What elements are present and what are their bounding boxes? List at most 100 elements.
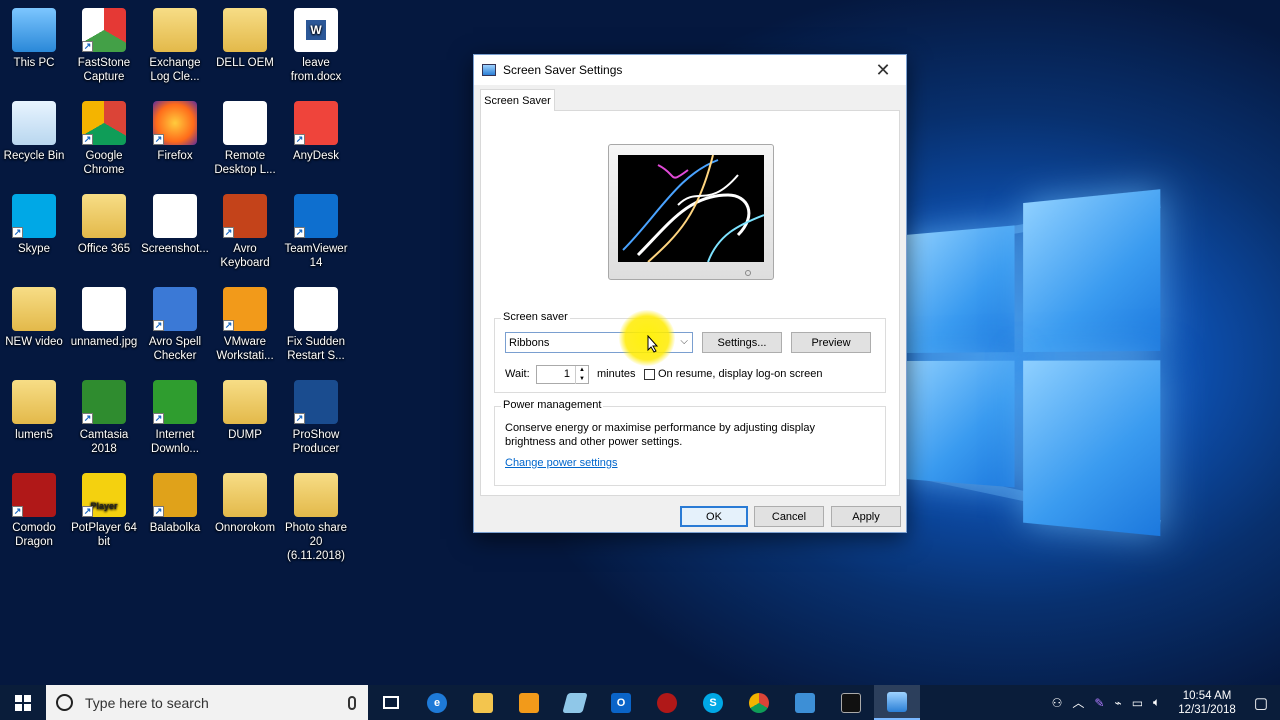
shortcut-arrow-icon: ↗: [82, 134, 93, 145]
tab-screen-saver[interactable]: Screen Saver: [480, 89, 555, 111]
resume-checkbox[interactable]: [644, 369, 655, 380]
preview-button[interactable]: Preview: [791, 332, 871, 353]
taskbar-comodo[interactable]: [644, 685, 690, 720]
taskbar-search-box[interactable]: Type here to search: [46, 685, 368, 720]
taskbar-chrome[interactable]: [736, 685, 782, 720]
skype-icon: S: [703, 692, 723, 713]
power-plug-icon[interactable]: ⌁: [1109, 696, 1126, 710]
desktop-icon-item[interactable]: ↗ Camtasia 2018: [68, 380, 140, 456]
desktop-icon-item[interactable]: ↗ Comodo Dragon: [0, 473, 70, 549]
wait-minutes-stepper[interactable]: 1 ▲ ▼: [536, 365, 589, 384]
desktop-icon-item[interactable]: Player ↗ PotPlayer 64 bit: [68, 473, 140, 549]
taskbar-cmd[interactable]: [828, 685, 874, 720]
start-button[interactable]: [0, 685, 46, 720]
desktop-icon-item[interactable]: DUMP: [209, 380, 281, 442]
desktop-icon-item[interactable]: Photo share 20 (6.11.2018): [280, 473, 352, 563]
desktop-icon-item[interactable]: ↗ FastStone Capture: [68, 8, 140, 84]
desktop-icon-item[interactable]: Remote Desktop L...: [209, 101, 281, 177]
desktop-icon-label: ProShow Producer: [292, 429, 340, 455]
desktop-icon-item[interactable]: ↗ TeamViewer 14: [280, 194, 352, 270]
desktop-icon-item[interactable]: NEW video: [0, 287, 70, 349]
comodo-icon: ↗: [12, 473, 56, 517]
desktop-icon-item[interactable]: ↗ Google Chrome: [68, 101, 140, 177]
image-file-icon: [153, 194, 197, 238]
task-view-button[interactable]: [368, 685, 414, 720]
power-management-group: Power management Conserve energy or maxi…: [494, 399, 886, 486]
desktop-icon-item[interactable]: Wleave from.docx: [280, 8, 352, 84]
cancel-button[interactable]: Cancel: [754, 506, 824, 527]
comodo-icon: [657, 692, 677, 713]
taskbar-file-explorer[interactable]: [460, 685, 506, 720]
taskbar-edge[interactable]: e: [414, 685, 460, 720]
desktop-icon-item[interactable]: Office 365: [68, 194, 140, 256]
desktop-icon-item[interactable]: This PC: [0, 8, 70, 70]
zip-folder-icon: [153, 8, 197, 52]
monitor-preview: [608, 144, 774, 280]
desktop-icon-item[interactable]: lumen5: [0, 380, 70, 442]
desktop-icon-item[interactable]: ↗ Firefox: [139, 101, 211, 163]
ok-button[interactable]: OK: [680, 506, 748, 527]
settings-button[interactable]: Settings...: [702, 332, 782, 353]
notification-icon[interactable]: ▢: [1249, 694, 1280, 712]
clock[interactable]: 10:54 AM 12/31/2018: [1165, 689, 1249, 717]
desktop-icon-item[interactable]: Fix Sudden Restart S...: [280, 287, 352, 363]
desktop-icon-item[interactable]: ↗ AnyDesk: [280, 101, 352, 163]
shortcut-arrow-icon: ↗: [294, 413, 305, 424]
microphone-icon[interactable]: [348, 695, 356, 710]
anydesk-icon: ↗: [294, 101, 338, 145]
desktop-icon-label: Skype: [18, 243, 50, 255]
power-group-title: Power management: [501, 399, 604, 411]
desktop-icon-label: Screenshot...: [141, 243, 209, 255]
shortcut-arrow-icon: ↗: [153, 413, 164, 424]
desktop-icon-label: Camtasia 2018: [79, 429, 129, 455]
desktop-icon-item[interactable]: ↗ Skype: [0, 194, 70, 256]
network-icon[interactable]: ▭: [1127, 696, 1148, 710]
desktop-icon-item[interactable]: unnamed.jpg: [68, 287, 140, 349]
taskbar-vmware[interactable]: [506, 685, 552, 720]
volume-icon[interactable]: 🔈︎: [1148, 695, 1165, 710]
desktop-icon-item[interactable]: ↗ ProShow Producer: [280, 380, 352, 456]
desktop-icon-item[interactable]: Exchange Log Cle...: [139, 8, 211, 84]
close-icon[interactable]: ✕: [860, 55, 906, 85]
spin-down-icon[interactable]: ▼: [575, 375, 588, 384]
taskbar-app-glass[interactable]: [552, 685, 598, 720]
desktop-icon-label: Office 365: [77, 243, 131, 255]
desktop-icon-item[interactable]: Onnorokom: [209, 473, 281, 535]
screen-saver-app-icon: [482, 64, 496, 76]
desktop-icon-item[interactable]: ↗ Avro Spell Checker: [139, 287, 211, 363]
taskbar-outlook[interactable]: O: [598, 685, 644, 720]
desktop-icon-item[interactable]: Recycle Bin: [0, 101, 70, 163]
desktop-icon-label: NEW video: [5, 336, 63, 348]
taskbar-control-panel[interactable]: [782, 685, 828, 720]
desktop-icon-label: PotPlayer 64 bit: [71, 522, 137, 548]
spin-up-icon[interactable]: ▲: [575, 366, 588, 375]
change-power-settings-link[interactable]: Change power settings: [505, 457, 618, 469]
desktop-icon-item[interactable]: DELL OEM: [209, 8, 281, 70]
resume-checkbox-label[interactable]: On resume, display log-on screen: [658, 368, 822, 380]
taskbar-screen-saver[interactable]: [874, 685, 920, 720]
desktop-icon-label: leave from.docx: [290, 57, 342, 83]
taskbar: Type here to search e O S ⚇ ︿ ✎ ⌁ ▭ 🔈︎ 1…: [0, 685, 1280, 720]
desktop-icon-item[interactable]: ↗ VMware Workstati...: [209, 287, 281, 363]
dialog-titlebar[interactable]: Screen Saver Settings ✕: [474, 55, 906, 85]
folder-icon: [294, 473, 338, 517]
taskbar-skype[interactable]: S: [690, 685, 736, 720]
desktop-icon-item[interactable]: Screenshot...: [139, 194, 211, 256]
people-icon[interactable]: ⚇: [1047, 696, 1068, 710]
folder-icon: [12, 287, 56, 331]
system-tray: ⚇ ︿ ✎ ⌁ ▭ 🔈︎ 10:54 AM 12/31/2018 ▢: [1047, 685, 1280, 720]
screen-saver-preview: [618, 155, 764, 262]
desktop-icon-item[interactable]: ↗ Avro Keyboard: [209, 194, 281, 270]
file-explorer-icon: [473, 692, 493, 713]
pen-icon[interactable]: ✎: [1089, 696, 1109, 710]
desktop-icon-item[interactable]: ↗ Balabolka: [139, 473, 211, 535]
chrome-icon: ↗: [82, 101, 126, 145]
camtasia-file-icon: [294, 287, 338, 331]
desktop-icon-label: FastStone Capture: [77, 57, 131, 83]
apply-button[interactable]: Apply: [831, 506, 901, 527]
screen-saver-icon: [887, 691, 907, 712]
image-file-icon: [82, 287, 126, 331]
shortcut-arrow-icon: ↗: [12, 227, 23, 238]
chevron-up-icon[interactable]: ︿: [1067, 694, 1089, 711]
desktop-icon-item[interactable]: ↗ Internet Downlo...: [139, 380, 211, 456]
